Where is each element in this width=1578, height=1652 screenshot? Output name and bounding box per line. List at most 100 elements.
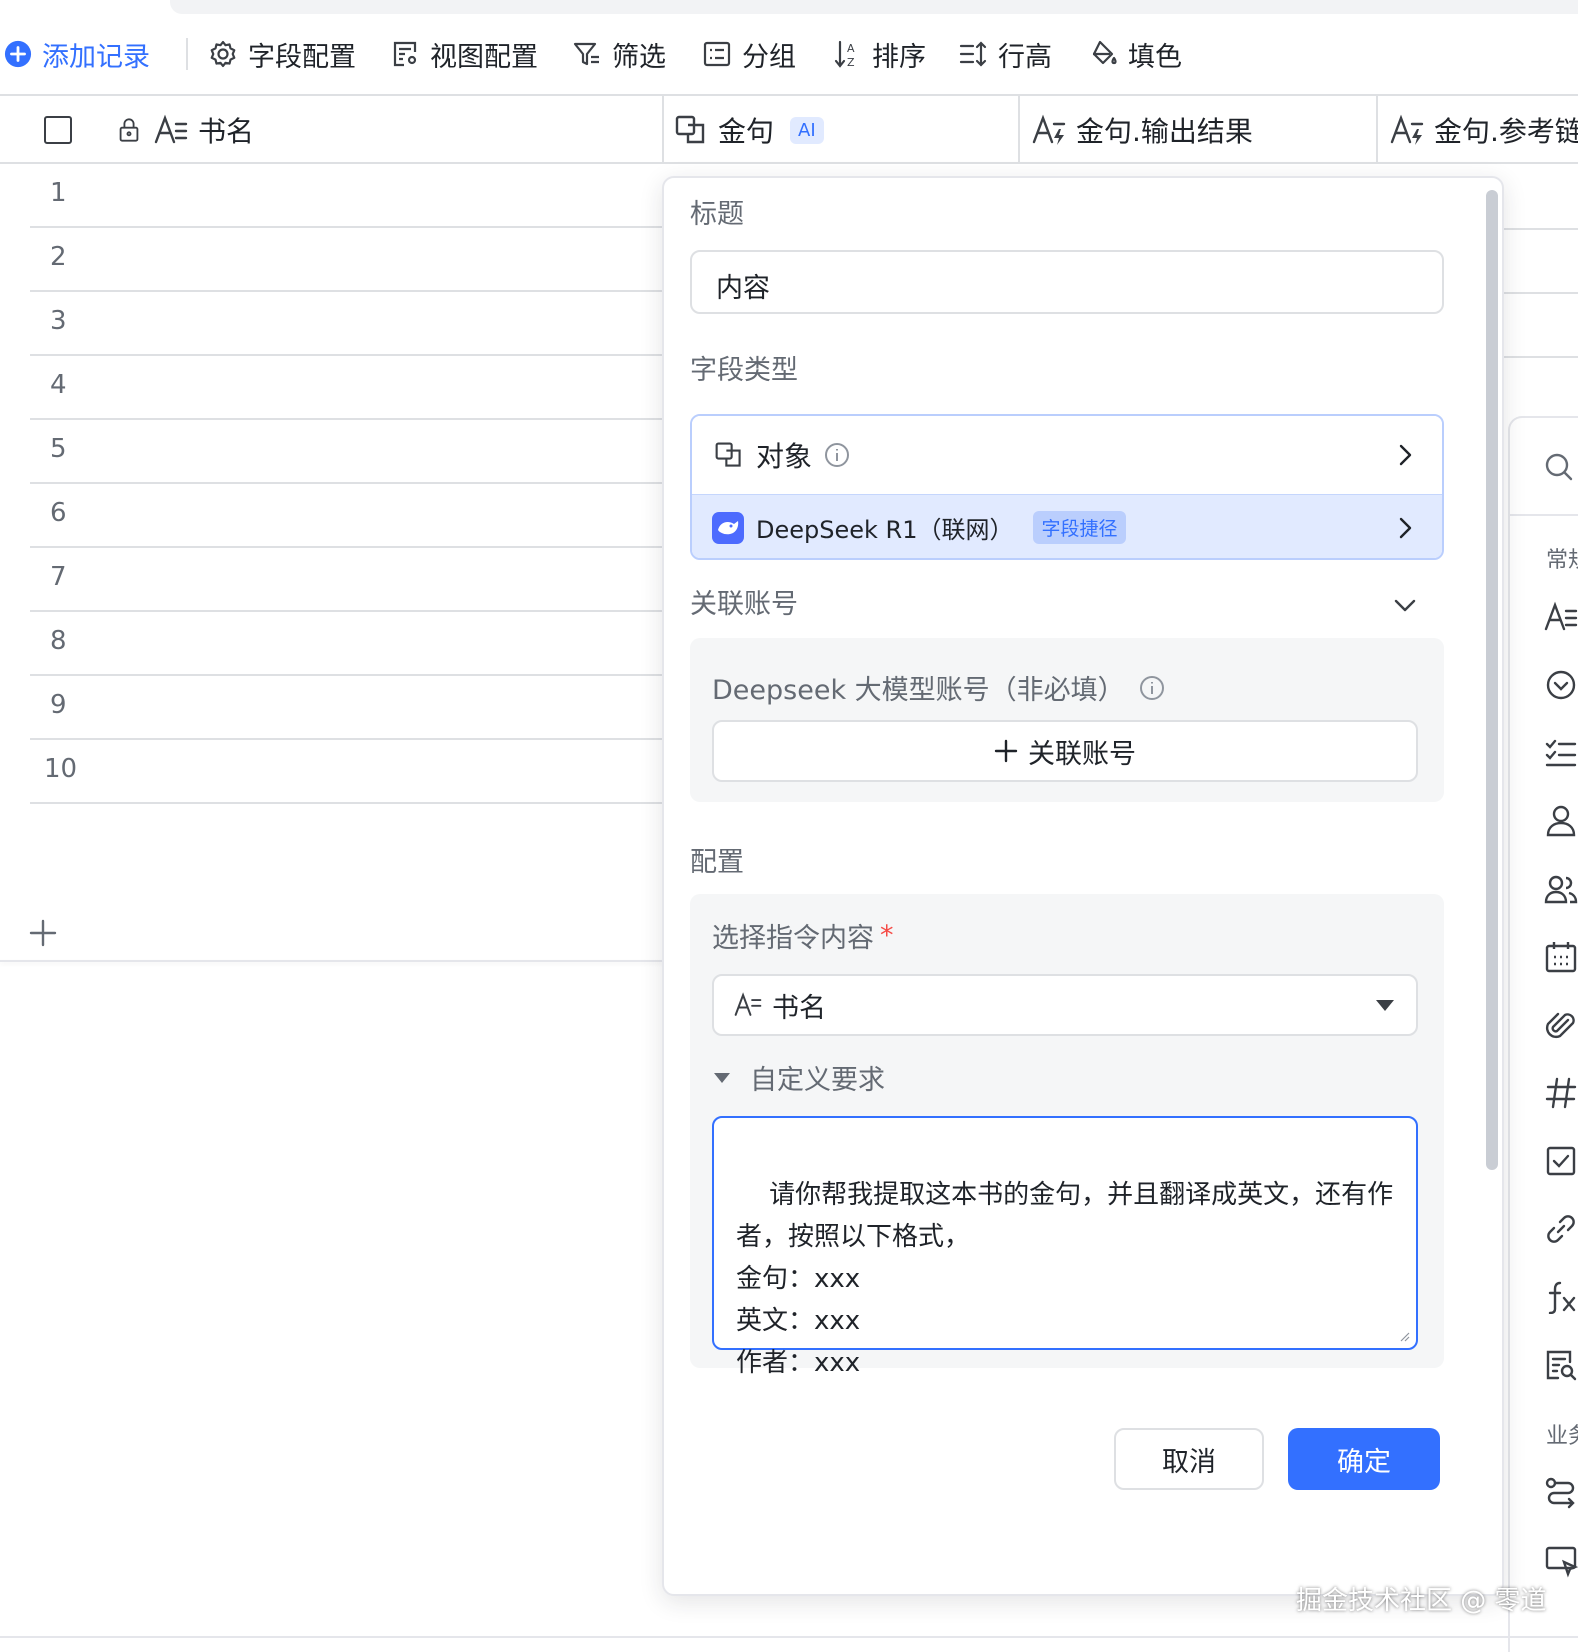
custom-requirement-toggle[interactable]: 自定义要求 (712, 1058, 885, 1097)
chevron-right-icon (1399, 517, 1412, 538)
table-row[interactable]: 7 (0, 548, 664, 612)
table-row[interactable]: 3 (0, 292, 664, 356)
confirm-button[interactable]: 确定 (1288, 1428, 1440, 1490)
cancel-button[interactable]: 取消 (1114, 1428, 1264, 1490)
row-number: 5 (50, 434, 67, 464)
link-account-button[interactable]: 关联账号 (712, 720, 1418, 782)
row-height-icon (959, 41, 987, 67)
single-select-icon[interactable] (1544, 668, 1578, 702)
person-icon[interactable] (1544, 804, 1578, 838)
filter-label: 筛选 (612, 41, 666, 73)
fill-color-label: 填色 (1128, 41, 1182, 73)
field-config-button[interactable]: 字段配置 (208, 28, 356, 80)
field-config-label: 字段配置 (248, 41, 356, 73)
row-number: 2 (50, 242, 67, 272)
flow-icon[interactable] (1544, 1476, 1578, 1510)
row-number: 4 (50, 370, 67, 400)
row-number: 7 (50, 562, 67, 592)
table-row[interactable]: 5 (0, 420, 664, 484)
text-type-icon[interactable] (1544, 600, 1578, 634)
screen-icon[interactable] (1544, 1544, 1578, 1578)
formula-icon[interactable] (1544, 1280, 1578, 1314)
view-config-icon (393, 41, 417, 67)
info-icon[interactable] (1139, 675, 1165, 701)
ai-text-field-icon (1032, 114, 1066, 145)
attachment-icon[interactable] (1544, 1008, 1578, 1042)
multi-select-icon[interactable] (1544, 736, 1578, 770)
title-label: 标题 (690, 199, 744, 230)
top-strip (170, 0, 1578, 14)
table-row[interactable]: 10 (0, 740, 664, 804)
field-shortcut-deepseek[interactable]: DeepSeek R1（联网） 字段捷径 (692, 494, 1442, 558)
column-separator (1376, 96, 1378, 164)
link-icon[interactable] (1544, 1212, 1578, 1246)
add-record-button[interactable]: 添加记录 (4, 28, 150, 80)
column-label-book-name: 书名 (198, 115, 255, 148)
dropdown-caret-icon (1376, 1000, 1394, 1011)
group-person-icon[interactable] (1544, 872, 1578, 906)
gear-icon (210, 40, 236, 68)
object-field-icon (675, 115, 705, 144)
svg-text:Z: Z (847, 56, 855, 69)
calendar-icon[interactable] (1544, 940, 1578, 974)
info-icon[interactable] (824, 442, 850, 468)
config-label: 配置 (690, 847, 744, 878)
linked-account-label: 关联账号 (690, 589, 798, 620)
ai-badge: AI (790, 116, 824, 144)
table-row[interactable]: 1 (0, 164, 664, 228)
title-input[interactable]: 内容 (690, 250, 1444, 314)
filter-button[interactable]: 筛选 (572, 28, 666, 80)
select-all-checkbox[interactable] (44, 116, 72, 144)
column-header-golden-quote[interactable]: 金句 AI (674, 96, 824, 164)
table-row[interactable]: 6 (0, 484, 664, 548)
field-type-option-object[interactable]: 对象 (692, 416, 1442, 494)
column-header-quote-output[interactable]: 金句.输出结果 (1032, 96, 1253, 164)
filter-icon (573, 42, 599, 66)
grid-header: 书名 金句 AI 金句.输出结果 金句.参考链 (0, 94, 1578, 164)
text-field-icon (734, 992, 762, 1016)
fill-color-icon (1092, 40, 1117, 65)
number-icon[interactable] (1544, 1076, 1578, 1110)
row-height-button[interactable]: 行高 (958, 28, 1052, 80)
field-config-dialog: 标题 内容 字段类型 对象 DeepSeek R1（联网） 字段捷径 关联账号 … (662, 176, 1504, 1596)
view-config-button[interactable]: 视图配置 (390, 28, 538, 80)
field-type-value: 对象 (756, 440, 813, 473)
row-divider (1504, 292, 1578, 294)
account-hint-text: Deepseek 大模型账号（非必填） (712, 675, 1125, 706)
group-icon (703, 41, 731, 67)
plus-icon (994, 739, 1018, 763)
row-divider (1504, 228, 1578, 230)
table-row[interactable]: 4 (0, 356, 664, 420)
sort-button[interactable]: A Z 排序 (832, 28, 926, 80)
lock-icon (119, 118, 139, 142)
shortcut-badge: 字段捷径 (1033, 511, 1126, 544)
search-icon[interactable] (1544, 452, 1574, 482)
selected-field-value: 书名 (772, 992, 826, 1024)
column-label-quote-output: 金句.输出结果 (1076, 115, 1253, 148)
table-row[interactable]: 9 (0, 676, 664, 740)
table-row[interactable]: 8 (0, 612, 664, 676)
account-hint: Deepseek 大模型账号（非必填） (712, 668, 1165, 707)
custom-requirement-textarea[interactable]: 请你帮我提取这本书的金句，并且翻译成英文，还有作者，按照以下格式， 金句：xxx… (712, 1116, 1418, 1378)
column-header-quote-ref[interactable]: 金句.参考链 (1390, 96, 1578, 164)
dialog-scrollbar[interactable] (1486, 190, 1498, 1170)
row-number: 9 (50, 690, 67, 720)
row-number: 3 (50, 306, 67, 336)
table-row[interactable]: 2 (0, 228, 664, 292)
row-number: 6 (50, 498, 67, 528)
ai-text-field-icon (1390, 114, 1424, 145)
instruction-field-select[interactable]: 书名 (712, 974, 1418, 1036)
group-button[interactable]: 分组 (702, 28, 796, 80)
side-panel-divider (1510, 514, 1578, 516)
resize-grip-icon[interactable] (1398, 1330, 1410, 1342)
custom-requirement-text: 请你帮我提取这本书的金句，并且翻译成英文，还有作者，按照以下格式， 金句：xxx… (736, 1180, 1394, 1378)
column-header-book-name[interactable]: 书名 (116, 96, 254, 164)
lookup-icon[interactable] (1544, 1348, 1578, 1382)
row-number: 1 (50, 178, 67, 208)
fill-color-button[interactable]: 填色 (1088, 28, 1182, 80)
required-mark: * (880, 920, 894, 951)
chevron-down-icon[interactable] (1392, 592, 1418, 618)
bottom-border (0, 1636, 1578, 1638)
checkbox-icon[interactable] (1544, 1144, 1578, 1178)
add-row-icon[interactable] (28, 918, 58, 948)
